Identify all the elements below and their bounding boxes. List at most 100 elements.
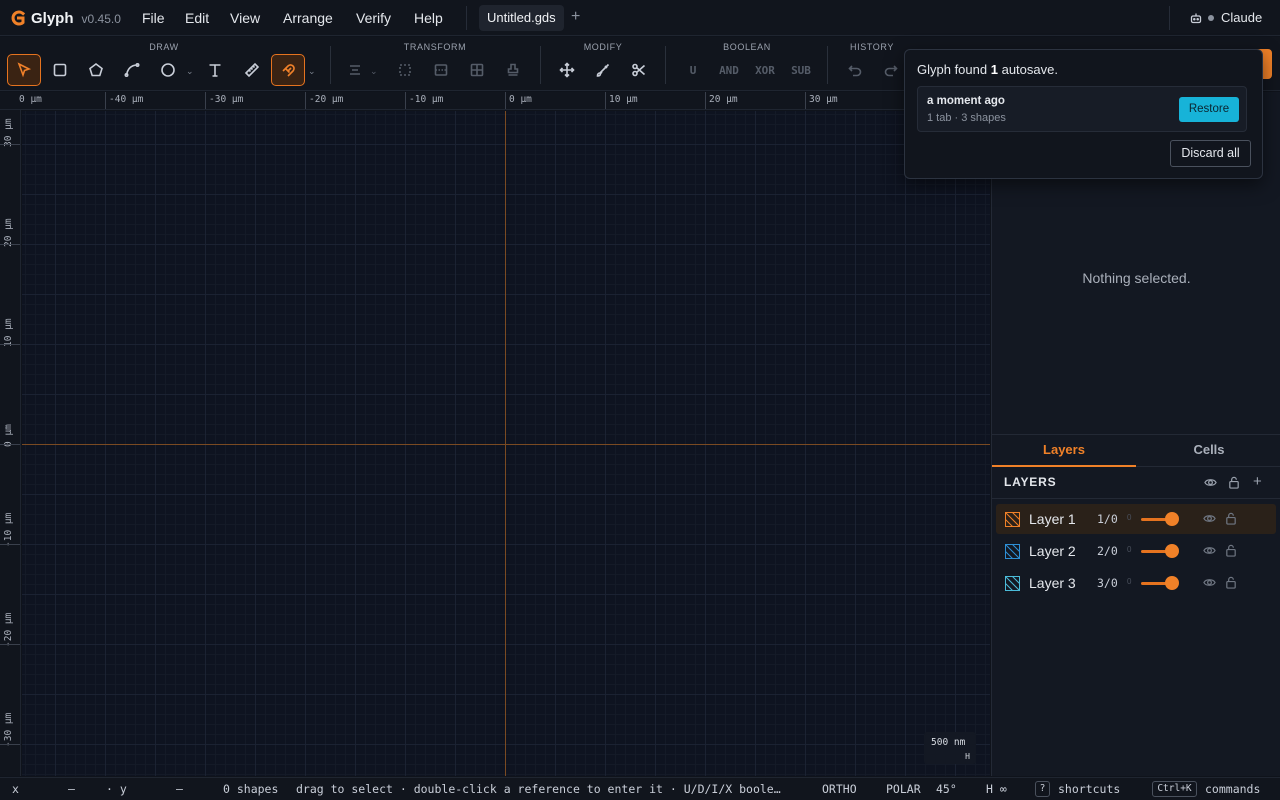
- add-layer-plus-icon[interactable]: +: [1253, 473, 1262, 490]
- rectangle-tool-button[interactable]: [43, 54, 77, 86]
- ruler-tick: [0, 244, 20, 245]
- layer-row[interactable]: Layer 1 1/0 0: [996, 504, 1276, 534]
- tab-layers[interactable]: Layers: [992, 435, 1136, 467]
- layer-hatch-swatch-icon: [1005, 576, 1020, 591]
- lock-all-lock-icon[interactable]: [1228, 476, 1240, 492]
- text-tool-button[interactable]: [198, 54, 232, 86]
- boolean-sub-button[interactable]: SUB: [784, 54, 818, 86]
- boolean-and-button[interactable]: AND: [712, 54, 746, 86]
- path-tool-button[interactable]: [115, 54, 149, 86]
- new-tab-button[interactable]: +: [571, 8, 580, 26]
- ruler-tick: [0, 144, 20, 145]
- ruler-label: 0 µm: [19, 94, 42, 105]
- layer-hatch-swatch-icon: [1005, 544, 1020, 559]
- snap-magnet-icon: [282, 64, 295, 77]
- boolean-xor-button[interactable]: XOR: [748, 54, 782, 86]
- layer-row[interactable]: Layer 2 2/0 0: [996, 536, 1276, 566]
- layer-eye-icon[interactable]: [1203, 544, 1216, 560]
- layer-shape-count: 0: [1127, 577, 1132, 586]
- shortcuts-link[interactable]: shortcuts: [1058, 782, 1120, 796]
- path-icon: [124, 62, 140, 78]
- group-label-transform: TRANSFORM: [403, 42, 467, 52]
- align-tool-button[interactable]: [338, 54, 372, 86]
- cursor-x-value: —: [68, 782, 75, 796]
- layer-shape-count: 0: [1127, 513, 1132, 522]
- ortho-toggle[interactable]: ORTHO: [822, 782, 857, 796]
- polar-angle[interactable]: 45°: [936, 782, 957, 796]
- boolean-union-button[interactable]: U: [676, 54, 710, 86]
- menu-view[interactable]: View: [230, 10, 260, 26]
- ruler-tool-button[interactable]: [235, 54, 269, 86]
- commands-link[interactable]: commands: [1205, 782, 1260, 796]
- file-tab[interactable]: Untitled.gds: [479, 5, 564, 31]
- user-menu[interactable]: Claude: [1190, 10, 1262, 25]
- layer-lock-icon[interactable]: [1225, 544, 1237, 560]
- menu-divider: [466, 6, 467, 30]
- array-tool-button[interactable]: [460, 54, 494, 86]
- bot-icon: [1190, 13, 1202, 23]
- snap-tool-button[interactable]: [271, 54, 305, 86]
- move-icon: [559, 62, 575, 78]
- polygon-tool-button[interactable]: [79, 54, 113, 86]
- cut-tool-button[interactable]: [622, 54, 656, 86]
- scale-bar: 500 nm H: [924, 732, 976, 764]
- layer-opacity-thumb[interactable]: [1165, 576, 1179, 590]
- stamp-tool-button[interactable]: [496, 54, 530, 86]
- menu-help[interactable]: Help: [414, 10, 443, 26]
- scissors-icon: [632, 63, 646, 77]
- layer-row[interactable]: Layer 3 3/0 0: [996, 568, 1276, 598]
- ruler-tick: [105, 92, 106, 109]
- ruler-tick: [0, 744, 20, 745]
- tab-cells[interactable]: Cells: [1137, 435, 1280, 467]
- stamp-icon: [507, 63, 519, 76]
- menu-file[interactable]: File: [142, 10, 165, 26]
- user-divider: [1169, 6, 1170, 30]
- redo-button[interactable]: [874, 54, 908, 86]
- layer-opacity-thumb[interactable]: [1165, 512, 1179, 526]
- panel-tabs: Layers Cells: [992, 434, 1280, 467]
- polar-toggle[interactable]: POLAR: [886, 782, 921, 796]
- layer-name: Layer 1: [1029, 511, 1076, 527]
- ruler-tick: [305, 92, 306, 109]
- ruler-tick: [0, 544, 20, 545]
- status-bar: x — · y — 0 shapes drag to select · doub…: [0, 777, 1280, 800]
- group-label-modify: MODIFY: [583, 42, 623, 52]
- left-ruler: 30 µm 20 µm 10 µm 0 µm -10 µm -20 µm -30…: [0, 110, 21, 776]
- layout-canvas[interactable]: 500 nm H: [22, 111, 990, 776]
- layer-opacity-thumb[interactable]: [1165, 544, 1179, 558]
- layer-lock-icon[interactable]: [1225, 576, 1237, 592]
- empty-selection-message: Nothing selected.: [1082, 270, 1191, 286]
- commands-key: Ctrl+K: [1152, 781, 1197, 797]
- autosave-message: Glyph found 1 autosave.: [917, 62, 1058, 77]
- layer-gds-code: 2/0: [1097, 544, 1118, 558]
- ruler-tick: [0, 444, 20, 445]
- app-brand: Glyph v0.45.0: [10, 9, 121, 27]
- bounding-box-tool-button[interactable]: [388, 54, 422, 86]
- layer-eye-icon[interactable]: [1203, 576, 1216, 592]
- menu-edit[interactable]: Edit: [185, 10, 209, 26]
- restore-button[interactable]: Restore: [1179, 97, 1239, 122]
- layer-eye-icon[interactable]: [1203, 512, 1216, 528]
- cursor-x-label: x: [12, 782, 19, 796]
- menu-verify[interactable]: Verify: [356, 10, 391, 26]
- circle-tool-button[interactable]: [151, 54, 185, 86]
- align-options-chevron-down-icon[interactable]: ⌄: [370, 66, 378, 77]
- toolbar-divider: [540, 46, 541, 84]
- layer-lock-icon[interactable]: [1225, 512, 1237, 528]
- snap-options-chevron-down-icon[interactable]: ⌄: [308, 66, 316, 77]
- undo-button[interactable]: [838, 54, 872, 86]
- ruler-icon: [244, 62, 260, 78]
- menu-arrange[interactable]: Arrange: [283, 10, 333, 26]
- distribute-tool-button[interactable]: [424, 54, 458, 86]
- select-tool-button[interactable]: [7, 54, 41, 86]
- circle-options-chevron-down-icon[interactable]: ⌄: [186, 66, 194, 77]
- move-tool-button[interactable]: [550, 54, 584, 86]
- show-all-eye-icon[interactable]: [1204, 476, 1217, 492]
- discard-all-button[interactable]: Discard all: [1170, 140, 1251, 167]
- paint-tool-button[interactable]: [586, 54, 620, 86]
- array-grid-icon: [470, 63, 484, 77]
- ruler-tick: [805, 92, 806, 109]
- presence-dot: [1208, 14, 1214, 21]
- cursor-y-value: —: [176, 782, 183, 796]
- select-icon: [17, 62, 32, 78]
